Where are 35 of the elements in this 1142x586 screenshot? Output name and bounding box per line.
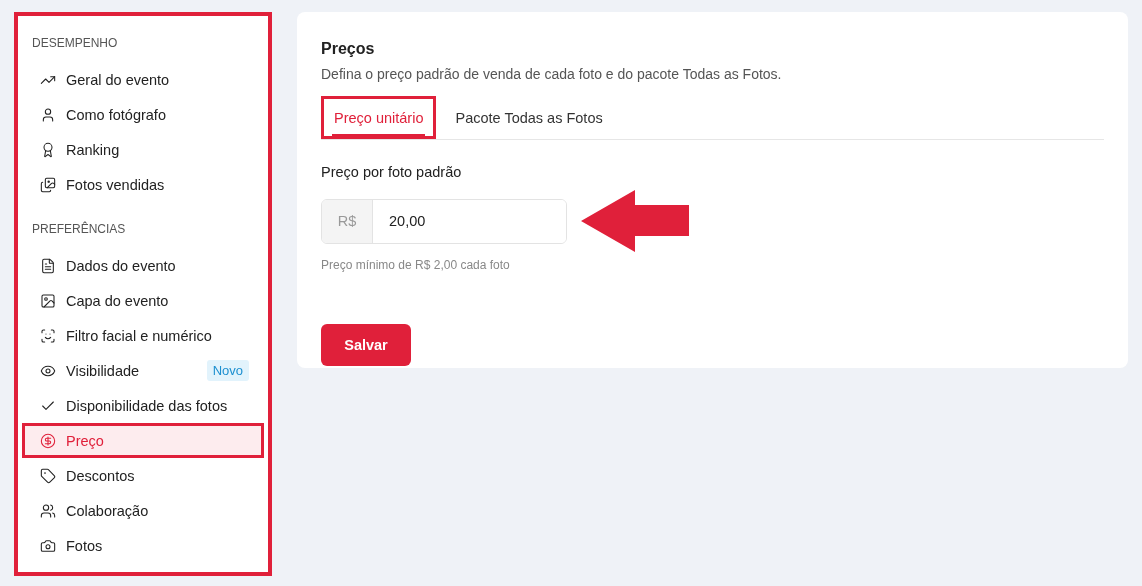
sidebar-item[interactable]: Capa do evento <box>22 283 264 318</box>
card-description: Defina o preço padrão de venda de cada foto e do pacote Todas as Fotos. <box>321 66 783 82</box>
currency-prefix: R$ <box>322 199 373 243</box>
price-field[interactable]: R$ 20,00 <box>321 198 567 244</box>
section-title: PREFERÊNCIAS <box>31 220 127 238</box>
images-icon <box>40 176 56 193</box>
sidebar-item[interactable]: Fotos <box>22 528 264 563</box>
sidebar-item[interactable]: Dados do evento <box>22 248 264 283</box>
award-icon <box>40 141 56 158</box>
face-scan-icon <box>40 327 56 344</box>
sidebar-item[interactable]: Filtro facial e numérico <box>22 318 264 353</box>
sidebar-item[interactable]: Colaboração <box>22 493 264 528</box>
sidebar-item[interactable]: Fotos vendidas <box>22 167 264 202</box>
sidebar-item[interactable]: Disponibilidade das fotos <box>22 388 264 423</box>
card-title: Preços <box>321 40 376 58</box>
user-icon <box>40 106 56 123</box>
sidebar-item[interactable]: Descontos <box>22 458 264 493</box>
new-badge: Novo <box>206 360 249 381</box>
image-icon <box>40 292 56 309</box>
sidebar-item[interactable]: Geral do evento <box>22 62 264 97</box>
field-hint: Preço mínimo de R$ 2,00 cada foto <box>321 258 511 272</box>
sidebar-item[interactable]: Visibilidade Novo <box>22 353 264 388</box>
section-title: DESEMPENHO <box>31 35 119 52</box>
save-button[interactable]: Salvar <box>321 324 411 366</box>
field-label: Preço por foto padrão <box>321 164 463 180</box>
tag-icon <box>40 467 56 484</box>
users-icon <box>40 502 56 519</box>
dollar-coin-icon <box>40 432 56 449</box>
sidebar-item[interactable]: Preço <box>22 423 264 458</box>
tab[interactable]: Preço unitário <box>321 96 437 139</box>
camera-icon <box>40 537 56 554</box>
document-icon <box>40 257 56 274</box>
tab[interactable]: Pacote Todas as Fotos <box>442 96 616 139</box>
sidebar-item[interactable]: Ranking <box>22 132 264 167</box>
sidebar-item[interactable]: Como fotógrafo <box>22 97 264 132</box>
